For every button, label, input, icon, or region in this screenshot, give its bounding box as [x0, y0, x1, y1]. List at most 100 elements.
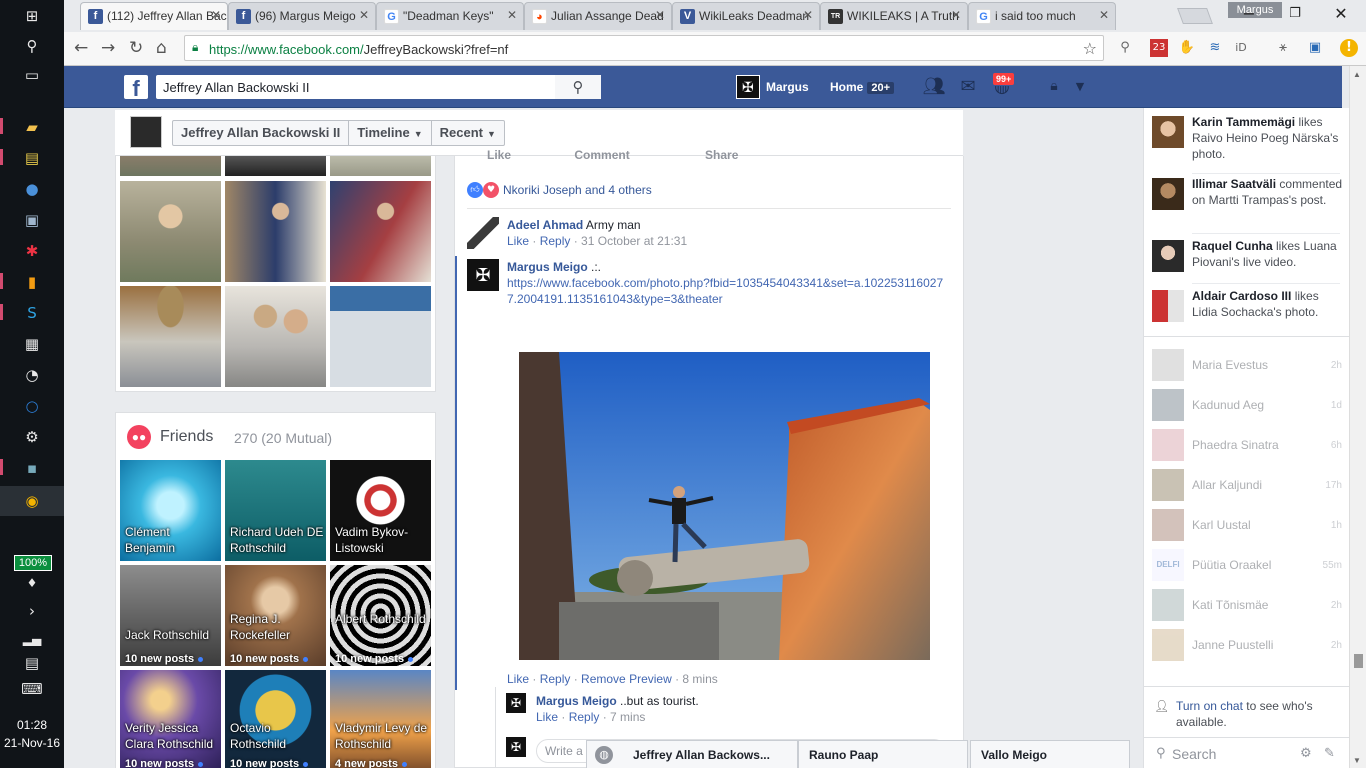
- new-tab-button[interactable]: [1177, 8, 1213, 24]
- photo-thumbnail[interactable]: [120, 286, 221, 387]
- friend-tile[interactable]: Vadim Bykov-Listowski: [330, 460, 431, 561]
- photo-thumbnail[interactable]: [330, 156, 431, 176]
- window-extension-icon[interactable]: ▣: [1306, 39, 1324, 57]
- chat-contact[interactable]: Kati Tõnismäe 2h: [1152, 589, 1342, 621]
- share-button[interactable]: Share: [705, 148, 738, 162]
- avatar[interactable]: ✠: [467, 259, 499, 291]
- link-preview-photo[interactable]: [519, 352, 930, 660]
- timeline-dropdown[interactable]: Timeline ▼: [349, 121, 432, 145]
- facebook-search-input[interactable]: Jeffrey Allan Backowski II: [156, 75, 601, 99]
- extension-icon[interactable]: ✋: [1178, 39, 1196, 57]
- minimize-icon[interactable]: −: [1234, 4, 1264, 23]
- comment-time[interactable]: 31 October at 21:31: [581, 234, 687, 248]
- warning-icon[interactable]: !: [1340, 39, 1358, 57]
- browser-tab[interactable]: G "Deadman Keys" ✕: [376, 2, 524, 30]
- browser-tab[interactable]: G i said too much ✕: [968, 2, 1116, 30]
- app-icon[interactable]: ✱: [20, 240, 44, 262]
- save-disk-icon[interactable]: ▪: [20, 457, 44, 479]
- chat-tab[interactable]: ◍ Jeffrey Allan Backows...: [586, 740, 798, 768]
- friend-tile[interactable]: Vladymir Levy de Rothschild 4 new posts: [330, 670, 431, 768]
- scroll-up-icon[interactable]: ▲: [1353, 70, 1361, 79]
- comment-reply-link[interactable]: Reply: [540, 234, 571, 248]
- alarm-clock-icon[interactable]: ◔: [20, 364, 44, 386]
- comment-like-link[interactable]: Like: [507, 672, 529, 686]
- zoom-extension-icon[interactable]: ⚲: [1116, 39, 1134, 57]
- action-center-icon[interactable]: ▤: [20, 652, 44, 674]
- skype-icon[interactable]: S: [20, 302, 44, 324]
- friend-tile[interactable]: Jack Rothschild 10 new posts: [120, 565, 221, 666]
- forward-arrow-icon[interactable]: →: [101, 38, 115, 58]
- photo-thumbnail[interactable]: [225, 286, 326, 387]
- close-window-icon[interactable]: ✕: [1326, 4, 1356, 23]
- friend-tile[interactable]: Regina J. Rockefeller 10 new posts: [225, 565, 326, 666]
- photo-thumbnail[interactable]: [225, 156, 326, 176]
- scrollbar-thumb[interactable]: [1354, 654, 1363, 668]
- friend-tile[interactable]: Octavio Rothschild 10 new posts: [225, 670, 326, 768]
- chat-contact[interactable]: Janne Puustelli 2h: [1152, 629, 1342, 661]
- settings-gear-icon[interactable]: ⚙: [20, 426, 44, 448]
- windows-start-icon[interactable]: ⊞: [20, 5, 44, 27]
- scroll-down-icon[interactable]: ▼: [1353, 756, 1361, 765]
- friend-tile[interactable]: Verity Jessica Clara Rothschild 10 new p…: [120, 670, 221, 768]
- browser-tab[interactable]: f (96) Margus Meigo ✕: [228, 2, 376, 30]
- chat-contact[interactable]: Maria Evestus 2h: [1152, 349, 1342, 381]
- usb-icon[interactable]: ♦: [20, 572, 44, 594]
- browser-tab[interactable]: f (112) Jeffrey Allan Backowski II ✕: [80, 2, 228, 30]
- chevron-right-icon[interactable]: ›: [20, 600, 44, 622]
- chat-search-input[interactable]: Search: [1172, 746, 1273, 762]
- recent-dropdown[interactable]: Recent ▼: [432, 121, 504, 145]
- profile-thumbnail[interactable]: [130, 116, 162, 148]
- chat-contact[interactable]: DELFI Püütia Oraakel 55m: [1152, 549, 1342, 581]
- reload-icon[interactable]: ↻: [129, 38, 143, 58]
- friend-requests-icon[interactable]: 👥︎: [922, 76, 946, 98]
- comment-like-link[interactable]: Like: [507, 234, 529, 248]
- browser-tab[interactable]: TR WIKILEAKS | A Truth ✕: [820, 2, 968, 30]
- reply-reply-link[interactable]: Reply: [569, 710, 600, 724]
- close-icon[interactable]: ✕: [803, 8, 813, 22]
- home-link[interactable]: Home 20+: [830, 80, 895, 94]
- chat-contact[interactable]: Kadunud Aeg 1d: [1152, 389, 1342, 421]
- chat-contact[interactable]: Allar Kaljundi 17h: [1152, 469, 1342, 501]
- close-icon[interactable]: ✕: [951, 8, 961, 22]
- search-icon[interactable]: ⚲: [555, 75, 601, 99]
- maximize-icon[interactable]: ❐: [1280, 6, 1310, 21]
- facebook-logo-icon[interactable]: f: [124, 75, 148, 99]
- media-icon[interactable]: ▮: [20, 271, 44, 293]
- lightbulb-extension-icon[interactable]: ⚹: [1274, 39, 1292, 57]
- clock-time[interactable]: 01:28: [0, 718, 64, 732]
- chat-search[interactable]: ⚲ Search ⚙ ✎: [1144, 737, 1350, 768]
- compose-icon[interactable]: ✎: [1324, 746, 1335, 761]
- browser-tab[interactable]: ◕ Julian Assange Dead ✕: [524, 2, 672, 30]
- browser-tab[interactable]: V WikiLeaks Deadman ✕: [672, 2, 820, 30]
- friend-tile[interactable]: Albert Rothschild 10 new posts: [330, 565, 431, 666]
- back-arrow-icon[interactable]: ←: [74, 38, 88, 58]
- photo-thumbnail[interactable]: [120, 156, 221, 176]
- keyboard-icon[interactable]: ⌨: [20, 678, 44, 700]
- friend-tile[interactable]: Richard Udeh DE Rothschild: [225, 460, 326, 561]
- like-button[interactable]: Like: [487, 148, 511, 162]
- chat-tab[interactable]: Vallo Meigo: [970, 740, 1130, 768]
- friend-tile[interactable]: Clément Benjamin: [120, 460, 221, 561]
- privacy-lock-icon[interactable]: 🔒︎: [1042, 78, 1066, 100]
- bookmark-star-icon[interactable]: ☆: [1083, 39, 1097, 59]
- reply-like-link[interactable]: Like: [536, 710, 558, 724]
- chrome-icon[interactable]: ◉: [20, 490, 44, 512]
- chat-contact[interactable]: Phaedra Sinatra 6h: [1152, 429, 1342, 461]
- address-bar[interactable]: 🔒︎ https://www.facebook.com/JeffreyBacko…: [184, 35, 1104, 61]
- cortana-icon[interactable]: ○: [20, 395, 44, 417]
- reply-author[interactable]: Margus Meigo: [536, 694, 617, 708]
- reply-time[interactable]: 7 mins: [610, 710, 645, 724]
- avatar[interactable]: ✠: [506, 693, 526, 713]
- close-icon[interactable]: ✕: [507, 8, 517, 22]
- photo-thumbnail[interactable]: [225, 181, 326, 282]
- photo-thumbnail[interactable]: [330, 286, 431, 387]
- layers-extension-icon[interactable]: ≋: [1206, 39, 1224, 57]
- gear-icon[interactable]: ⚙: [1300, 746, 1312, 761]
- notes-icon[interactable]: ▤: [20, 147, 44, 169]
- clock-date[interactable]: 21-Nov-16: [0, 736, 64, 750]
- task-view-icon[interactable]: ▭: [20, 64, 44, 86]
- remove-preview-link[interactable]: Remove Preview: [581, 672, 672, 686]
- comment-link[interactable]: https://www.facebook.com/photo.php?fbid=…: [507, 276, 943, 306]
- chat-contact[interactable]: Karl Uustal 1h: [1152, 509, 1342, 541]
- comment-author[interactable]: Margus Meigo: [507, 260, 588, 274]
